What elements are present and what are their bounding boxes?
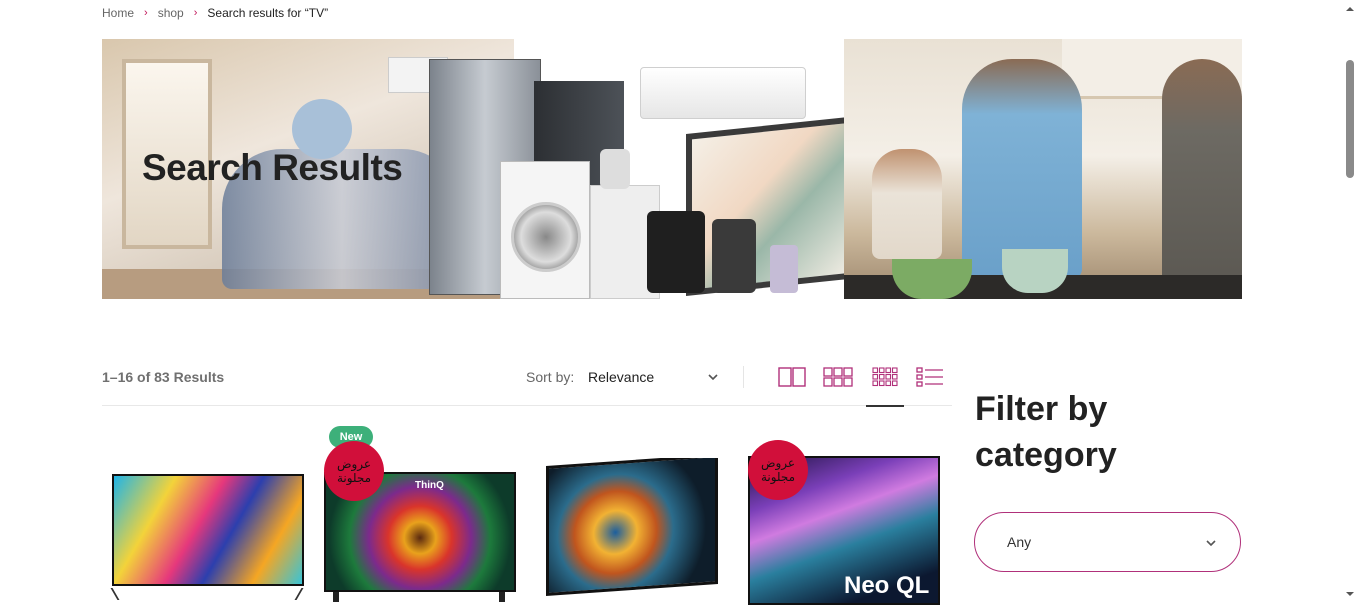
grid-2-icon: [778, 367, 806, 387]
view-4-column-button[interactable]: [870, 366, 900, 388]
product-image[interactable]: [544, 458, 720, 605]
view-list-button[interactable]: [915, 366, 945, 388]
breadcrumb-shop-link[interactable]: shop: [158, 6, 184, 20]
results-count: 1–16 of 83 Results: [102, 369, 225, 385]
filter-title: Filter by category: [975, 390, 1117, 474]
sort-select-value: Relevance: [588, 369, 655, 385]
scroll-up-arrow-icon[interactable]: [1345, 4, 1355, 14]
washing-machine-image: [500, 161, 590, 299]
view-2-column-button[interactable]: [777, 366, 807, 388]
active-view-indicator: [866, 405, 904, 407]
product-card[interactable]: [544, 430, 744, 605]
breadcrumb-current: Search results for “TV”: [207, 6, 329, 20]
product-card[interactable]: [110, 430, 310, 605]
view-3-column-button[interactable]: [823, 366, 853, 388]
offer-badge: عروض مجلونة: [748, 440, 808, 500]
breadcrumb-separator: ›: [144, 7, 148, 19]
air-conditioner-image: [640, 67, 806, 119]
breadcrumb-separator: ›: [193, 7, 198, 19]
category-filter-value: Any: [1007, 534, 1032, 550]
offer-badge: عروض مجلونة: [324, 441, 384, 501]
phone-image: [770, 245, 798, 293]
breadcrumb: Home › shop › Search results for “TV”: [102, 6, 328, 20]
page-scrollbar[interactable]: [1342, 0, 1358, 605]
sort-label: Sort by:: [526, 369, 575, 385]
list-view-icon: [916, 367, 943, 387]
grid-4-icon: [872, 367, 898, 387]
chevron-down-icon: [708, 374, 718, 381]
product-image[interactable]: [110, 472, 306, 605]
chevron-down-icon: [1206, 540, 1216, 547]
category-filter-select[interactable]: Any: [974, 512, 1241, 572]
tv-brand-text: ThinQ: [415, 480, 444, 491]
hero-banner: Search Results: [102, 39, 1242, 299]
breadcrumb-home-link[interactable]: Home: [102, 6, 134, 20]
sort-select[interactable]: Relevance: [578, 362, 728, 392]
scrollbar-thumb[interactable]: [1346, 60, 1354, 178]
air-fryer-image: [647, 211, 705, 293]
page-title: Search Results: [142, 147, 403, 188]
grid-3-icon: [823, 367, 853, 387]
scroll-down-arrow-icon[interactable]: [1345, 589, 1355, 599]
tv-brand-text: Neo QL: [844, 572, 930, 599]
